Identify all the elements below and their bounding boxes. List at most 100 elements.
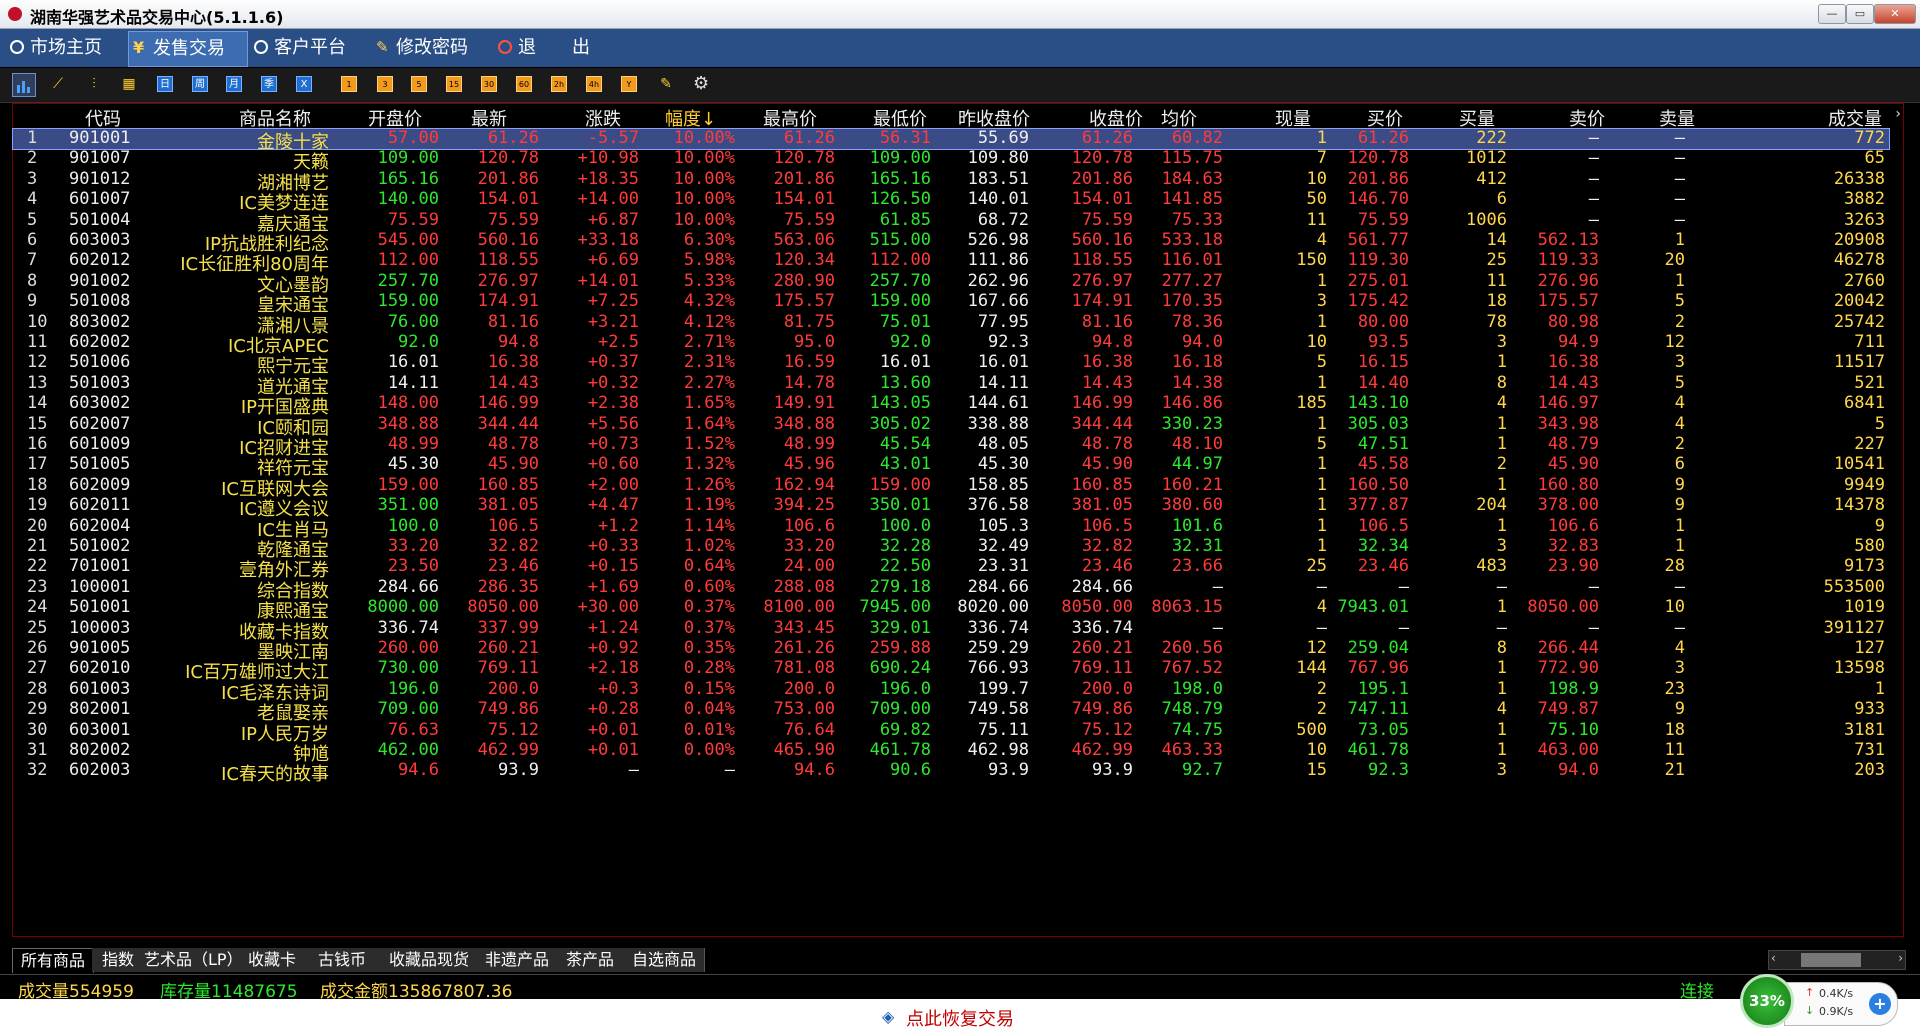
timeframe-5-button[interactable]: 60 [516,76,532,92]
cell-bid-price: 561.77 [1347,230,1409,250]
line-chart-icon[interactable]: ⟋ [50,76,66,92]
table-row[interactable]: 24 501001 康熙通宝 8000.00 8050.00 +30.00 0.37% 810… [13,597,1889,622]
tab-8[interactable]: 自选商品 [624,948,705,972]
table-row[interactable]: 6 603003 IP抗战胜利纪念 545.00 560.16 +33.18 6.30% 56… [13,230,1889,255]
restore-trading-link[interactable]: 点此恢复交易 [906,1005,1014,1031]
table-row[interactable]: 28 601003 IC毛泽东诗词 196.0 200.0 +0.3 0.15% 200.0 1… [13,679,1889,704]
draw-tool-icon[interactable]: ✎ [658,76,674,92]
period-3-button[interactable]: 季 [261,76,277,92]
table-row[interactable]: 18 602009 IC互联网大会 159.00 160.85 +2.00 1.26% 162… [13,474,1889,500]
timeframe-8-button[interactable]: Y [621,76,637,92]
tab-6[interactable]: 非遗产品 [478,948,557,972]
timeframe-6-button[interactable]: 2h [551,76,567,92]
menu-item-4[interactable]: 退 出 [494,31,590,65]
cell-high-price: 175.57 [773,291,835,312]
candlestick-icon[interactable]: ⫶ [86,76,102,92]
cell-change: — [628,760,639,781]
cell-latest-price: 160.85 [477,474,539,495]
table-row[interactable]: 23 100001 综合指数 284.66 286.35 +1.69 0.60% 288.08… [13,577,1889,602]
table-row[interactable]: 22 701001 壹角外汇券 23.50 23.46 +0.15 0.64% 24.00 22… [13,556,1889,581]
cell-open-price: 709.00 [377,699,439,720]
table-row[interactable]: 4 601007 IC美梦连连 140.00 154.01 +14.00 10.00% 154… [13,189,1889,214]
table-row[interactable]: 10 803002 潇湘八景 76.00 81.16 +3.21 4.12% 81.75 75.… [13,311,1889,337]
menu-item-3[interactable]: ✎ 修改密码 [372,31,490,65]
tab-7[interactable]: 茶产品 [556,948,625,972]
table-row[interactable]: 17 501005 祥符元宝 45.30 45.90 +0.60 1.32% 45.96 43.… [13,454,1889,479]
cell-close-price: 94.8 [1092,332,1133,352]
table-row[interactable]: 1 901001 金陵十家 57.00 61.26 -5.57 10.00% 61.26 56.… [12,128,1890,153]
tab-4[interactable]: 古钱币 [304,948,381,972]
table-row[interactable]: 26 901005 墨映江南 260.00 260.21 +0.92 0.35% 261.26… [13,638,1889,663]
period-1-button[interactable]: 周 [192,76,208,92]
scroll-left-arrow-icon[interactable]: ‹ [1771,951,1776,965]
timeframe-2-button[interactable]: 5 [411,76,427,92]
tab-2[interactable]: 艺术品（LP） [144,948,243,972]
tab-3[interactable]: 收藏卡 [240,948,305,972]
restore-icon[interactable]: ◈ [882,1009,898,1025]
table-row[interactable]: 2 901007 天籁 109.00 120.78 +10.98 10.00% 120.78 1… [13,148,1889,173]
cell-high-price: 149.91 [773,393,835,414]
cell-low-price: 165.16 [869,168,931,189]
table-row[interactable]: 32 602003 IC春天的故事 94.6 93.9 — — 94.6 90.6 93.9 93.… [13,760,1889,785]
cell-bid-vol: 204 [1476,495,1507,516]
tab-1[interactable]: 指数 [92,948,145,972]
menu-item-2[interactable]: 客户平台 [250,31,368,65]
table-row[interactable]: 12 501006 熙宁元宝 16.01 16.38 +0.37 2.31% 16.59 16.… [13,352,1889,377]
period-2-button[interactable]: 月 [226,76,242,92]
scrollbar-thumb[interactable] [1801,953,1861,967]
cell-prev-close: 144.61 [967,393,1029,414]
period-0-button[interactable]: 日 [157,76,173,92]
cell-bid-price: 61.26 [1357,128,1409,148]
table-row[interactable]: 30 603001 IP人民万岁 76.63 75.12 +0.01 0.01% 76.64 6… [13,720,1889,745]
menu-item-0[interactable]: 市场主页 [6,31,124,65]
calendar-icon[interactable]: ▦ [121,76,137,92]
maximize-button[interactable]: ▭ [1846,4,1874,24]
timeframe-1-button[interactable]: 3 [377,76,393,92]
table-row[interactable]: 31 802002 钟馗 462.00 462.99 +0.01 0.00% 465.90 46… [13,740,1889,765]
timeframe-7-button[interactable]: 4h [586,76,602,92]
cell-ask-vol: 10 [1664,597,1685,618]
cell-bid-vol: 1 [1496,515,1507,536]
cell-code: 603003 [69,230,131,250]
accelerate-plus-icon[interactable]: + [1869,993,1891,1015]
minimize-button[interactable]: — [1818,4,1846,24]
horizontal-scrollbar[interactable]: ‹ › [1768,950,1906,970]
table-row[interactable]: 15 602007 IC颐和园 348.88 344.44 +5.56 1.64% 348.8… [13,414,1889,439]
tab-5[interactable]: 收藏品现货 [380,948,479,972]
scroll-right-arrow-icon[interactable]: › [1898,951,1903,965]
menu-item-1[interactable]: ¥ 发售交易 [128,31,248,67]
table-row[interactable]: 9 501008 皇宋通宝 159.00 174.91 +7.25 4.32% 175.57 1… [13,291,1889,316]
memory-usage-gauge[interactable]: 33% [1740,974,1794,1028]
cell-low-price: 159.00 [869,474,931,495]
close-button[interactable]: ✕ [1874,4,1916,24]
table-row[interactable]: 5 501004 嘉庆通宝 75.59 75.59 +6.87 10.00% 75.59 61.… [13,210,1889,235]
table-row[interactable]: 19 602011 IC遵义会议 351.00 381.05 +4.47 1.19% 394.… [13,495,1889,520]
scroll-right-icon[interactable]: › [1895,106,1901,122]
table-row[interactable]: 16 601009 IC招财进宝 48.99 48.78 +0.73 1.52% 48.99 4… [13,434,1889,459]
cell-bid-price: 47.51 [1357,434,1409,454]
table-row[interactable]: 3 901012 湖湘博艺 165.16 201.86 +18.35 10.00% 201.8… [13,168,1889,194]
cell-bid-vol: 78 [1486,311,1507,332]
bar-chart-icon[interactable] [12,73,36,97]
cell-change: +3.21 [587,311,639,332]
table-row[interactable]: 13 501003 道光通宝 14.11 14.43 +0.32 2.27% 14.78 13.… [13,373,1889,398]
table-row[interactable]: 29 802001 老鼠娶亲 709.00 749.86 +0.28 0.04% 753.00… [13,699,1889,724]
period-4-button[interactable]: X [296,76,312,92]
cell-change: +0.73 [587,434,639,454]
table-row[interactable]: 27 602010 IC百万雄师过大江 730.00 769.11 +2.18 0.28% 7… [13,658,1889,683]
table-row[interactable]: 11 602002 IC北京APEC 92.0 94.8 +2.5 2.71% 95.0 92.… [13,332,1889,357]
cell-open-price: 45.30 [387,454,439,475]
timeframe-3-button[interactable]: 15 [446,76,462,92]
upload-speed: 0.4K/s [1819,987,1854,1000]
cell-avg-price: 160.21 [1161,474,1223,495]
table-row[interactable]: 14 603002 IP开国盛典 148.00 146.99 +2.38 1.65% 149.… [13,393,1889,418]
table-row[interactable]: 25 100003 收藏卡指数 336.74 337.99 +1.24 0.37% 343.4… [13,618,1889,643]
timeframe-4-button[interactable]: 30 [481,76,497,92]
tab-0[interactable]: 所有商品 [12,948,94,973]
table-row[interactable]: 21 501002 乾隆通宝 33.20 32.82 +0.33 1.02% 33.20 32.… [13,536,1889,561]
timeframe-0-button[interactable]: 1 [341,76,357,92]
table-row[interactable]: 7 602012 IC长征胜利80周年 112.00 118.55 +6.69 5.98% 1… [13,250,1889,275]
table-row[interactable]: 20 602004 IC生肖马 100.0 106.5 +1.2 1.14% 106.6 100… [13,515,1889,541]
table-row[interactable]: 8 901002 文心墨韵 257.70 276.97 +14.01 5.33% 280.90… [13,271,1889,296]
gear-icon[interactable]: ⚙ [693,75,709,93]
